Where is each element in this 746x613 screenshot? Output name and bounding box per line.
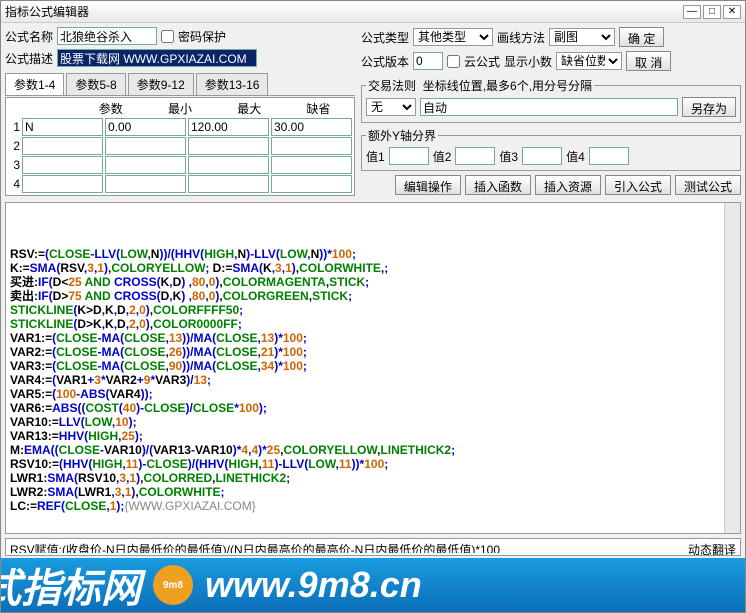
param-min-input[interactable]: [105, 156, 186, 174]
param-grid: 参数 最小 最大 缺省 1234: [5, 97, 355, 196]
insfn-button[interactable]: 插入函数: [465, 175, 531, 195]
footer-url: www.9m8.cn: [205, 564, 422, 606]
desc-input[interactable]: [57, 49, 257, 67]
param-max-input[interactable]: [188, 137, 269, 155]
param-def-input[interactable]: [271, 156, 352, 174]
pwd-checkbox[interactable]: [161, 30, 174, 43]
tab-params-5-8[interactable]: 参数5-8: [66, 73, 125, 95]
type-label: 公式类型: [361, 29, 409, 46]
window-title: 指标公式编辑器: [5, 3, 681, 20]
ver-label: 公式版本: [361, 53, 409, 70]
scrollbar-vertical[interactable]: [724, 203, 740, 533]
test-button[interactable]: 测试公式: [675, 175, 741, 195]
editor-window: 指标公式编辑器 — □ ✕ 公式名称 密码保护 公式描述 参数1-4 参数5-8…: [0, 0, 746, 613]
param-name-input[interactable]: [22, 156, 103, 174]
param-max-input[interactable]: [188, 175, 269, 193]
trade-select[interactable]: 无: [366, 98, 416, 116]
minimize-icon[interactable]: —: [683, 5, 701, 19]
col-min: 最小: [146, 100, 213, 117]
footer-banner: 式指标网 9m8 www.9m8.cn: [1, 558, 745, 612]
trade-fieldset: 交易法则 坐标线位置,最多6个,用分号分隔 无 另存为: [361, 77, 741, 123]
param-name-input[interactable]: [22, 137, 103, 155]
param-min-input[interactable]: [105, 118, 186, 136]
param-def-input[interactable]: [271, 118, 352, 136]
param-row: 1: [8, 118, 352, 136]
footer-logo-icon: 9m8: [153, 565, 193, 605]
hint-text: RSV赋值:(收盘价-N日内最低价的最低值)/(N日内最高价的最高价-N日内最低…: [10, 541, 688, 553]
tab-params-13-16[interactable]: 参数13-16: [196, 73, 269, 95]
v2-input[interactable]: [455, 147, 495, 165]
param-def-input[interactable]: [271, 175, 352, 193]
import-button[interactable]: 引入公式: [605, 175, 671, 195]
draw-label: 画线方法: [497, 29, 545, 46]
code-editor[interactable]: RSV:=(CLOSE-LLV(LOW,N))/(HHV(HIGH,N)-LLV…: [5, 202, 741, 534]
param-row: 2: [8, 137, 352, 155]
dec-select[interactable]: 缺省位数: [556, 52, 622, 70]
titlebar: 指标公式编辑器 — □ ✕: [1, 1, 745, 23]
param-row: 4: [8, 175, 352, 193]
param-min-input[interactable]: [105, 175, 186, 193]
name-label: 公式名称: [5, 28, 53, 45]
draw-select[interactable]: 副图: [549, 28, 615, 46]
ver-input[interactable]: [413, 52, 443, 70]
col-param: 参数: [77, 100, 144, 117]
cancel-button[interactable]: 取 消: [626, 51, 671, 71]
tab-params-9-12[interactable]: 参数9-12: [128, 73, 194, 95]
close-icon[interactable]: ✕: [723, 5, 741, 19]
dyn-translate[interactable]: 动态翻译: [688, 541, 736, 553]
param-name-input[interactable]: [22, 118, 103, 136]
insres-button[interactable]: 插入资源: [535, 175, 601, 195]
top-panel: 公式名称 密码保护 公式描述 参数1-4 参数5-8 参数9-12 参数13-1…: [1, 23, 745, 200]
param-row: 3: [8, 156, 352, 174]
type-select[interactable]: 其他类型: [413, 28, 493, 46]
footer-left: 式指标网: [1, 558, 141, 612]
col-max: 最大: [216, 100, 283, 117]
param-def-input[interactable]: [271, 137, 352, 155]
param-name-input[interactable]: [22, 175, 103, 193]
v1-input[interactable]: [389, 147, 429, 165]
cloud-label: 云公式: [464, 53, 500, 70]
param-max-input[interactable]: [188, 118, 269, 136]
col-def: 缺省: [285, 100, 352, 117]
coord-input[interactable]: [420, 98, 678, 116]
editop-button[interactable]: 编辑操作: [395, 175, 461, 195]
maximize-icon[interactable]: □: [703, 5, 721, 19]
extray-fieldset: 额外Y轴分界 值1 值2 值3 值4: [361, 127, 741, 171]
tab-params-1-4[interactable]: 参数1-4: [5, 73, 64, 95]
v4-input[interactable]: [589, 147, 629, 165]
name-input[interactable]: [57, 27, 157, 45]
dec-label: 显示小数: [504, 53, 552, 70]
cloud-checkbox[interactable]: [447, 55, 460, 68]
pwd-label: 密码保护: [178, 28, 226, 45]
v3-input[interactable]: [522, 147, 562, 165]
param-tabs: 参数1-4 参数5-8 参数9-12 参数13-16: [5, 73, 355, 96]
param-max-input[interactable]: [188, 156, 269, 174]
hint-bar: RSV赋值:(收盘价-N日内最低价的最低值)/(N日内最高价的最高价-N日内最低…: [5, 538, 741, 556]
saveas-button[interactable]: 另存为: [682, 97, 736, 117]
desc-label: 公式描述: [5, 50, 53, 67]
ok-button[interactable]: 确 定: [619, 27, 664, 47]
param-min-input[interactable]: [105, 137, 186, 155]
